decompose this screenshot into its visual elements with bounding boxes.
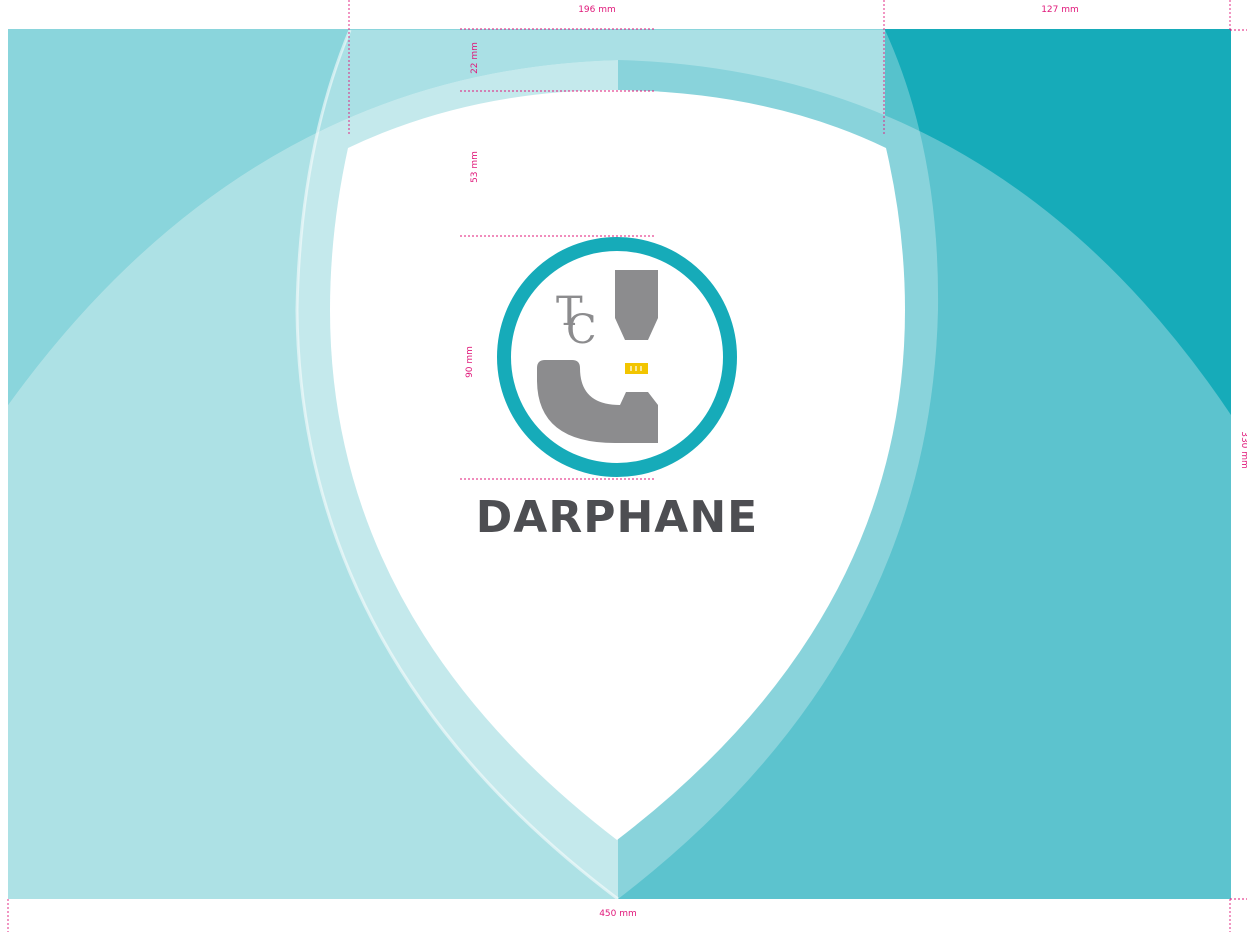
dim-label-vertical-22: 22 mm	[470, 42, 480, 74]
logo-emblem: T C	[497, 237, 737, 477]
dim-label-bottom: 450 mm	[599, 909, 637, 919]
dim-label-right-height: 330 mm	[1239, 431, 1247, 469]
hammer-top-icon	[615, 270, 658, 340]
brand-wordmark: DARPHANE	[476, 492, 758, 543]
monogram-c: C	[566, 307, 597, 353]
dim-label-top-left: 196 mm	[578, 5, 616, 15]
dim-label-vertical-53: 53 mm	[470, 151, 480, 183]
dim-label-top-right: 127 mm	[1041, 5, 1079, 15]
artboard: T C DARPHANE 196 mm 127 mm 450 mm 22 mm …	[7, 0, 1247, 932]
dim-label-vertical-90: 90 mm	[465, 346, 475, 378]
